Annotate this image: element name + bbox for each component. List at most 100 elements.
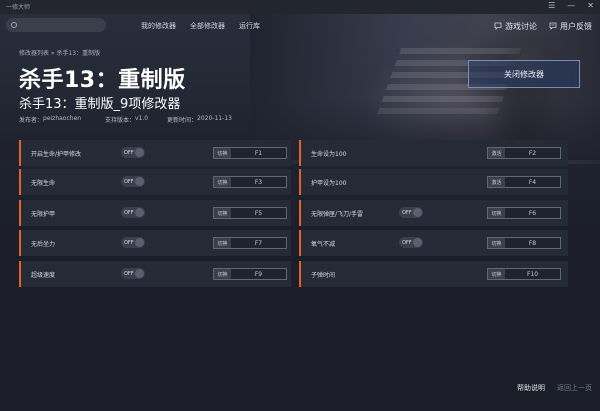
- hotkey-key: F3: [254, 178, 263, 186]
- toggle-knob: [135, 208, 144, 217]
- top-right-links: 游戏讨论 用户反馈: [494, 21, 592, 32]
- cheat-toggle[interactable]: OFF: [121, 268, 145, 279]
- close-icon[interactable]: ✕: [587, 1, 594, 10]
- hotkey-field[interactable]: 切换 F3: [213, 176, 287, 188]
- cheat-label: 护甲设为100: [311, 180, 347, 187]
- cheat-row: 超级速度 OFF 切换 F9: [19, 261, 291, 287]
- hotkey-action: 切换: [488, 208, 505, 218]
- toggle-knob: [135, 238, 144, 247]
- hotkey-field[interactable]: 切换 F9: [213, 268, 287, 280]
- updated-label: 更新时间：: [167, 117, 198, 124]
- game-discussion-link[interactable]: 游戏讨论: [494, 21, 537, 32]
- chat-icon: [494, 22, 502, 32]
- toggle-knob: [135, 148, 144, 157]
- hotkey-key: F5: [254, 209, 263, 217]
- cheat-toggle[interactable]: OFF: [399, 237, 423, 248]
- cheat-toggle[interactable]: OFF: [121, 207, 145, 218]
- user-feedback-link[interactable]: 用户反馈: [549, 21, 592, 32]
- nav-my-trainers[interactable]: 我的修改器: [141, 21, 176, 31]
- hotkey-action: 切换: [488, 269, 505, 279]
- toggle-state: OFF: [124, 270, 134, 277]
- app-title: 一修大师: [6, 4, 31, 11]
- toggle-state: OFF: [124, 239, 134, 246]
- cheat-label: 无限弹匣/飞刀/手雷: [311, 211, 364, 218]
- hotkey-action: 切换: [214, 177, 231, 187]
- hotkey-field[interactable]: 切换 F10: [487, 268, 561, 280]
- close-trainer-button[interactable]: 关闭修改器: [468, 60, 580, 88]
- hotkey-action: 激活: [488, 148, 505, 158]
- search-icon: [11, 22, 17, 28]
- hotkey-key: F1: [254, 149, 263, 157]
- toggle-state: OFF: [124, 149, 134, 156]
- cheat-row: 无后坐力 OFF 切换 F7: [19, 230, 291, 256]
- game-discussion-label: 游戏讨论: [505, 22, 537, 31]
- cheat-row: 护甲设为100 激活 F4: [299, 169, 568, 195]
- footer-links: 帮助说明 返回上一页: [517, 383, 592, 393]
- top-nav: 我的修改器 全部修改器 运行库: [141, 21, 260, 31]
- search-box[interactable]: [6, 18, 106, 32]
- cheat-toggle[interactable]: OFF: [399, 207, 423, 218]
- hotkey-key: F4: [528, 178, 537, 186]
- hotkey-key: F7: [254, 239, 263, 247]
- hotkey-action: 切换: [214, 238, 231, 248]
- hotkey-field[interactable]: 激活 F2: [487, 147, 561, 159]
- cheat-row: 无限弹匣/飞刀/手雷 OFF 切换 F6: [299, 200, 568, 226]
- hotkey-action: 切换: [214, 269, 231, 279]
- hotkey-key: F2: [528, 149, 537, 157]
- cheat-label: 氧气不减: [311, 241, 336, 248]
- hotkey-action: 切换: [214, 148, 231, 158]
- hotkey-field[interactable]: 切换 F1: [213, 147, 287, 159]
- hotkey-action: 切换: [488, 238, 505, 248]
- user-feedback-label: 用户反馈: [560, 22, 592, 31]
- cheat-row: 开启生命/护甲修改 OFF 切换 F1: [19, 140, 291, 166]
- help-link[interactable]: 帮助说明: [517, 383, 545, 393]
- cheat-row: 无限生命 OFF 切换 F3: [19, 169, 291, 195]
- hotkey-action: 激活: [488, 177, 505, 187]
- hotkey-field[interactable]: 切换 F5: [213, 207, 287, 219]
- hotkey-field[interactable]: 激活 F4: [487, 176, 561, 188]
- menu-icon[interactable]: ☰: [548, 1, 555, 10]
- nav-runtime-libs[interactable]: 运行库: [239, 21, 260, 31]
- app-window: 一修大师 ☰ — ✕ 我的修改器 全部修改器 运行库 游戏讨论 用户反馈 修改器…: [0, 0, 600, 411]
- toggle-knob: [135, 177, 144, 186]
- breadcrumb[interactable]: 修改器列表 » 杀手13：重制版: [19, 48, 100, 57]
- hotkey-field[interactable]: 切换 F7: [213, 237, 287, 249]
- toggle-state: OFF: [402, 209, 412, 216]
- cheat-label: 超级速度: [31, 272, 56, 279]
- hotkey-key: F9: [254, 270, 263, 278]
- trainer-meta: 发布者： peizhaochen 支持版本： v1.0 更新时间： 2020-1…: [19, 115, 232, 124]
- cheat-row: 无限护甲 OFF 切换 F5: [19, 200, 291, 226]
- cheat-toggle[interactable]: OFF: [121, 147, 145, 158]
- version-label: 支持版本：: [105, 117, 136, 124]
- back-link[interactable]: 返回上一页: [557, 383, 592, 393]
- updated-value: 2020-11-13: [197, 115, 232, 122]
- cheat-label: 子弹时间: [311, 272, 336, 279]
- publisher-label: 发布者：: [19, 117, 44, 124]
- cheat-toggle[interactable]: OFF: [121, 176, 145, 187]
- hotkey-action: 切换: [214, 208, 231, 218]
- publisher-value: peizhaochen: [43, 115, 82, 122]
- trainer-subtitle: 杀手13：重制版_9项修改器: [19, 97, 181, 112]
- version-value: v1.0: [135, 115, 149, 122]
- search-input[interactable]: [20, 21, 100, 29]
- toggle-state: OFF: [124, 209, 134, 216]
- toggle-knob: [135, 269, 144, 278]
- cheat-row: 氧气不减 OFF 切换 F8: [299, 230, 568, 256]
- cheat-label: 生命设为100: [311, 151, 347, 158]
- cheat-label: 无后坐力: [31, 241, 56, 248]
- toggle-state: OFF: [124, 178, 134, 185]
- hotkey-key: F10: [526, 270, 539, 278]
- hotkey-field[interactable]: 切换 F8: [487, 237, 561, 249]
- minimize-icon[interactable]: —: [567, 1, 575, 10]
- window-controls: ☰ — ✕: [548, 1, 594, 10]
- toggle-state: OFF: [402, 239, 412, 246]
- toggle-knob: [413, 238, 422, 247]
- cheat-row: 生命设为100 激活 F2: [299, 140, 568, 166]
- hotkey-field[interactable]: 切换 F6: [487, 207, 561, 219]
- cheat-toggle[interactable]: OFF: [121, 237, 145, 248]
- cheat-label: 无限护甲: [31, 211, 56, 218]
- nav-all-trainers[interactable]: 全部修改器: [190, 21, 225, 31]
- page-title: 杀手13：重制版: [19, 68, 186, 93]
- cheat-label: 无限生命: [31, 180, 56, 187]
- feedback-icon: [549, 22, 557, 32]
